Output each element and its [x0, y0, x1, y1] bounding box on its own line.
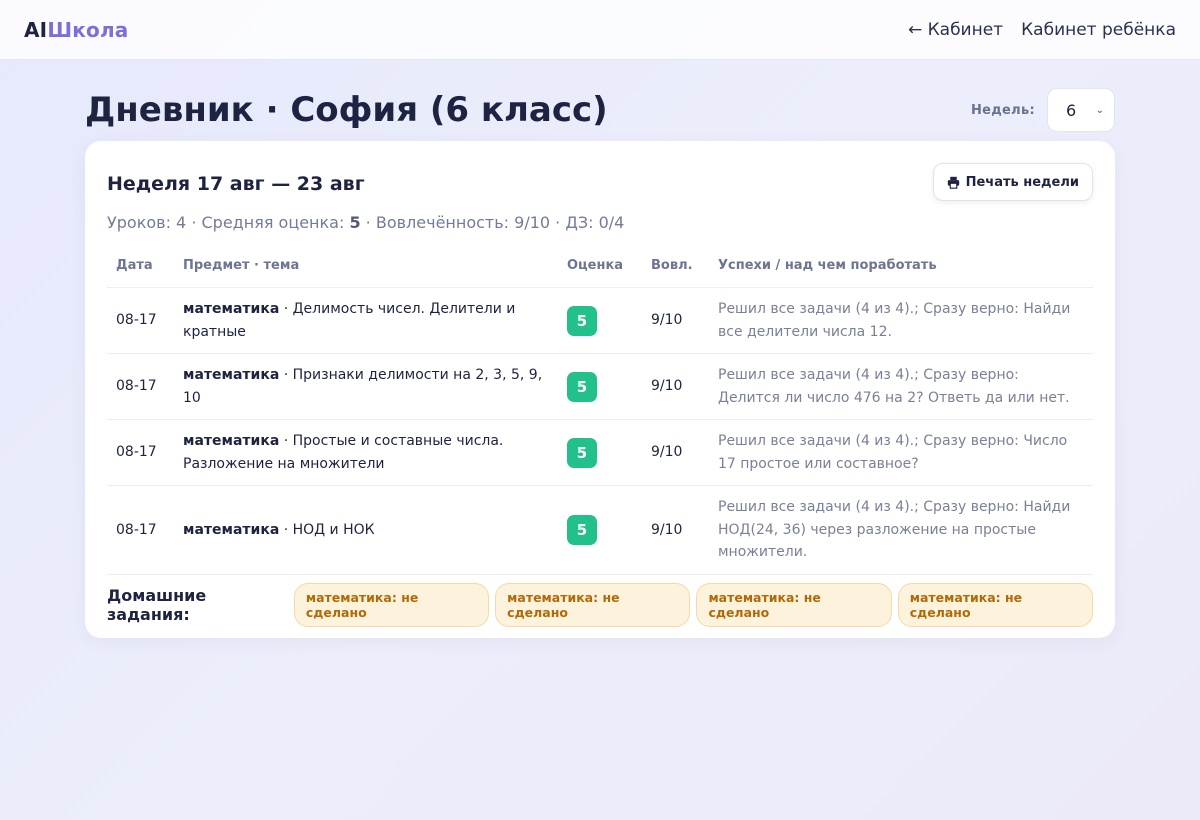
cell-engagement: 9/10 [642, 287, 709, 354]
cell-grade: 5 [558, 485, 642, 575]
homework-status-badge: математика: не сделано [897, 582, 1094, 627]
homework-status-badge: математика: не сделано [696, 582, 892, 627]
week-summary: Уроков: 4 · Средняя оценка: 5 · Вовлечён… [107, 213, 1093, 232]
table-row: 08-17 математика · Простые и составные ч… [107, 419, 1093, 486]
week-title: Неделя 17 авг — 23 авг [107, 173, 365, 195]
summary-avg-grade: 5 [349, 213, 361, 232]
chevron-down-icon: ⌄ [1095, 104, 1104, 116]
cell-subject: математика [183, 367, 280, 383]
page-header: Дневник · София (6 класс) Недель: 6 ⌄ [85, 88, 1115, 132]
cell-subject-topic: математика · Делимость чисел. Делители и… [174, 287, 558, 354]
grade-badge: 5 [567, 305, 597, 336]
cell-grade: 5 [558, 287, 642, 354]
cell-date: 08-17 [107, 287, 174, 354]
weeks-label: Недель: [970, 102, 1035, 118]
weeks-control: Недель: 6 ⌄ [971, 88, 1115, 132]
page-title: Дневник · София (6 класс) [85, 90, 608, 130]
cell-subject: математика [183, 521, 280, 538]
cell-subject: математика [183, 301, 280, 317]
table-row: 08-17 математика · Делимость чисел. Дели… [107, 287, 1093, 354]
cell-grade: 5 [558, 419, 642, 486]
cell-engagement: 9/10 [642, 353, 709, 420]
cell-grade: 5 [558, 353, 642, 420]
printer-icon [947, 176, 959, 189]
cell-engagement: 9/10 [642, 419, 709, 486]
weeks-select[interactable]: 6 ⌄ [1047, 88, 1115, 132]
column-header-grade: Оценка [558, 250, 642, 288]
summary-rest: · Вовлечённость: 9/10 · ДЗ: 0/4 [360, 213, 625, 232]
cell-topic: · НОД и НОК [279, 521, 375, 538]
column-header-subject: Предмет · тема [174, 250, 558, 288]
weeks-select-value: 6 [1066, 100, 1077, 120]
nav-cabinet-link[interactable]: ← Кабинет [908, 20, 1003, 40]
grade-badge: 5 [567, 514, 597, 545]
top-bar: AIШкола ← Кабинет Кабинет ребёнка [0, 0, 1200, 60]
print-week-button[interactable]: Печать недели [932, 163, 1093, 201]
cell-notes: Решил все задачи (4 из 4).; Сразу верно:… [709, 485, 1093, 575]
cell-date: 08-17 [107, 485, 174, 575]
lessons-table: Дата Предмет · тема Оценка Вовл. Успехи … [107, 250, 1093, 575]
top-nav: ← Кабинет Кабинет ребёнка [908, 20, 1176, 40]
cell-subject-topic: математика · Простые и составные числа. … [174, 419, 558, 486]
cell-subject: математика [183, 433, 280, 449]
cell-notes: Решил все задачи (4 из 4).; Сразу верно:… [709, 287, 1093, 354]
week-card: Неделя 17 авг — 23 авг Печать недели Уро… [85, 141, 1115, 638]
cell-notes: Решил все задачи (4 из 4).; Сразу верно:… [709, 419, 1093, 486]
cell-date: 08-17 [107, 353, 174, 420]
nav-child-cabinet-link[interactable]: Кабинет ребёнка [1021, 20, 1176, 40]
logo[interactable]: AIШкола [24, 18, 129, 42]
grade-badge: 5 [567, 437, 597, 468]
cell-engagement: 9/10 [642, 485, 709, 575]
column-header-engagement: Вовл. [642, 250, 709, 288]
summary-lessons: Уроков: 4 · Средняя оценка: [107, 213, 350, 232]
cell-subject-topic: математика · Признаки делимости на 2, 3,… [174, 353, 558, 420]
cell-subject-topic: математика · НОД и НОК [174, 485, 558, 575]
homework-row: Домашние задания: математика: не сделано… [107, 582, 1094, 627]
cell-date: 08-17 [107, 419, 174, 486]
print-week-label: Печать недели [965, 174, 1079, 190]
logo-part-ai: AI [24, 17, 48, 42]
column-header-date: Дата [107, 250, 174, 288]
cell-notes: Решил все задачи (4 из 4).; Сразу верно:… [709, 353, 1093, 420]
card-header: Неделя 17 авг — 23 авг Печать недели [107, 163, 1093, 201]
homework-status-badge: математика: не сделано [293, 582, 490, 627]
homework-status-badge: математика: не сделано [495, 582, 691, 627]
homework-label: Домашние задания: [107, 585, 207, 624]
table-row: 08-17 математика · НОД и НОК 5 9/10 Реши… [107, 485, 1093, 575]
logo-part-school: Школа [47, 17, 129, 42]
table-row: 08-17 математика · Признаки делимости на… [107, 353, 1093, 420]
column-header-notes: Успехи / над чем поработать [709, 250, 1093, 288]
table-header-row: Дата Предмет · тема Оценка Вовл. Успехи … [107, 250, 1093, 288]
grade-badge: 5 [567, 371, 597, 402]
